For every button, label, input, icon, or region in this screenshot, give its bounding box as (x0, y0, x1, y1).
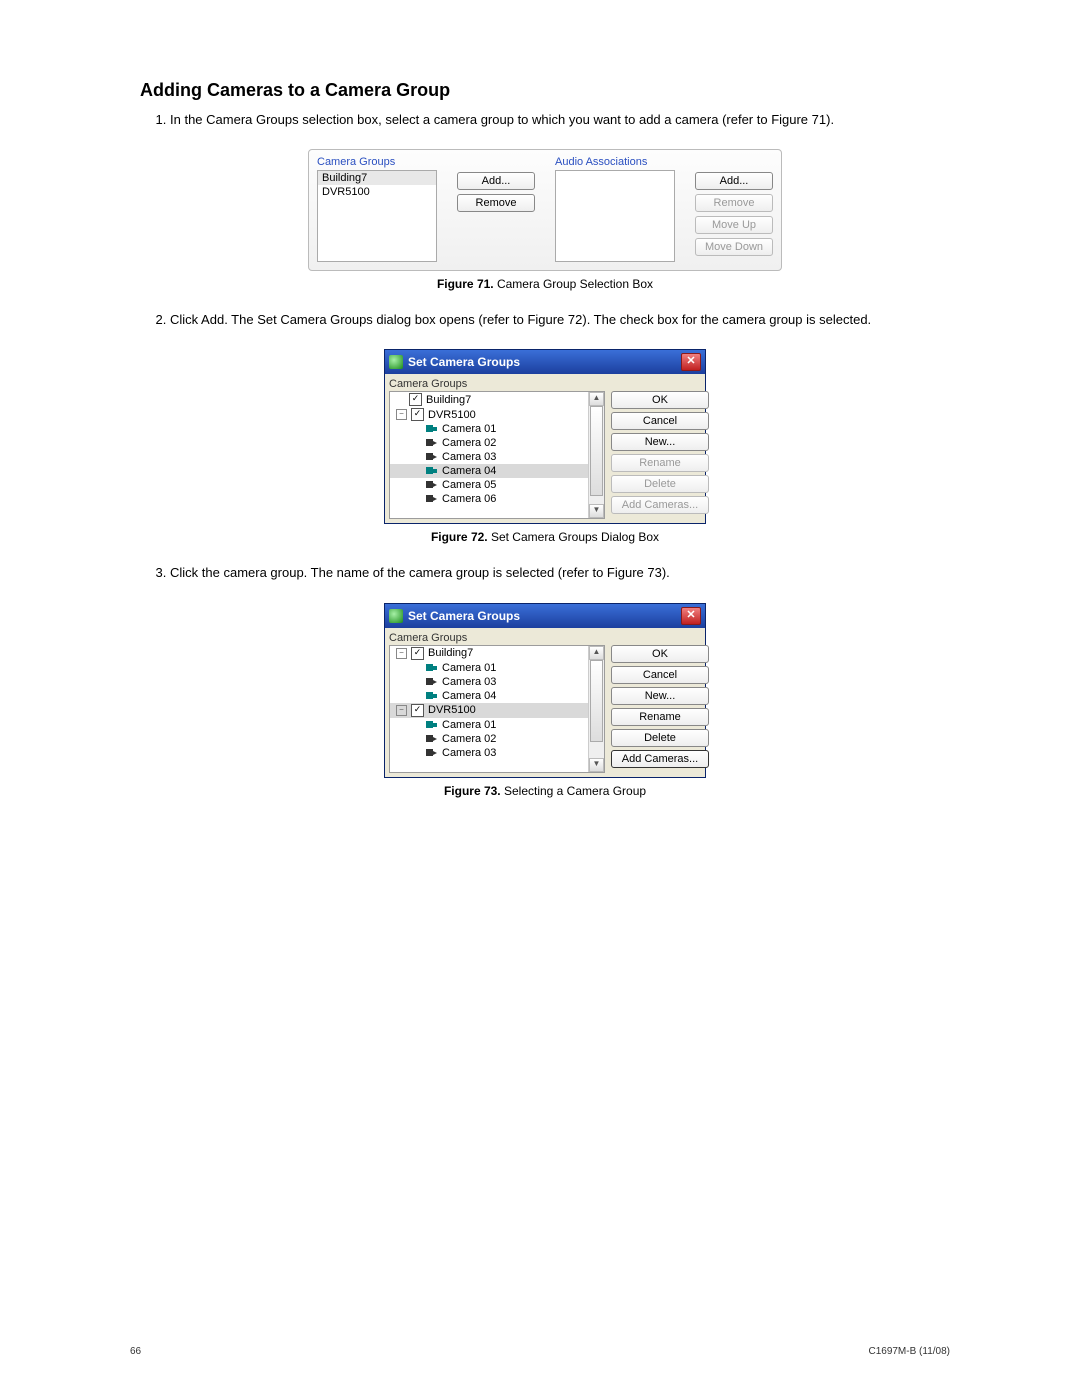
camera-groups-tree[interactable]: − ✓ Building7 Camera 01 Camera 03 Camera… (389, 645, 605, 773)
list-item[interactable]: DVR5100 (318, 185, 436, 199)
camera-icon (426, 495, 438, 503)
camera-icon (426, 735, 438, 743)
scroll-down-icon[interactable]: ▼ (589, 758, 604, 772)
checkbox-icon[interactable]: ✓ (411, 704, 424, 717)
camera-groups-panel: Camera Groups Building7 DVR5100 Add... R… (308, 149, 782, 271)
move-up-button: Move Up (695, 216, 773, 234)
audio-associations-label: Audio Associations (555, 156, 675, 168)
tree-label: Camera Groups (389, 632, 605, 644)
new-button[interactable]: New... (611, 687, 709, 705)
audio-associations-listbox[interactable] (555, 170, 675, 262)
tree-node[interactable]: − ✓ Building7 (390, 646, 604, 661)
add-button[interactable]: Add... (457, 172, 535, 190)
tree-node[interactable]: Camera 02 (390, 732, 604, 746)
app-icon (389, 609, 403, 623)
figure-caption: Figure 72. Set Camera Groups Dialog Box (140, 530, 950, 544)
tree-node[interactable]: Camera 04 (390, 689, 604, 703)
scroll-thumb[interactable] (590, 660, 603, 742)
tree-label: Camera Groups (389, 378, 605, 390)
list-item[interactable]: Building7 (318, 171, 436, 185)
scroll-thumb[interactable] (590, 406, 603, 496)
move-down-button: Move Down (695, 238, 773, 256)
camera-groups-tree[interactable]: ✓ Building7 − ✓ DVR5100 Camera 01 Camera… (389, 391, 605, 519)
scroll-up-icon[interactable]: ▲ (589, 392, 604, 406)
camera-icon (426, 721, 438, 729)
delete-button: Delete (611, 475, 709, 493)
camera-icon (426, 692, 438, 700)
collapse-icon[interactable]: − (396, 648, 407, 659)
tree-node[interactable]: Camera 01 (390, 422, 604, 436)
tree-node[interactable]: ✓ Building7 (390, 392, 604, 407)
scroll-up-icon[interactable]: ▲ (589, 646, 604, 660)
figure-caption: Figure 71. Camera Group Selection Box (140, 277, 950, 291)
camera-icon (426, 439, 438, 447)
new-button[interactable]: New... (611, 433, 709, 451)
step-1: In the Camera Groups selection box, sele… (170, 111, 950, 129)
cancel-button[interactable]: Cancel (611, 412, 709, 430)
cancel-button[interactable]: Cancel (611, 666, 709, 684)
camera-icon (426, 425, 438, 433)
dialog-titlebar[interactable]: Set Camera Groups ✕ (385, 604, 705, 628)
step-2: Click Add. The Set Camera Groups dialog … (170, 311, 950, 329)
delete-button[interactable]: Delete (611, 729, 709, 747)
tree-node[interactable]: Camera 03 (390, 450, 604, 464)
camera-groups-label: Camera Groups (317, 156, 437, 168)
tree-node[interactable]: Camera 02 (390, 436, 604, 450)
camera-icon (426, 453, 438, 461)
collapse-icon[interactable]: − (396, 409, 407, 420)
checkbox-icon[interactable]: ✓ (411, 647, 424, 660)
add-button[interactable]: Add... (695, 172, 773, 190)
tree-node[interactable]: − ✓ DVR5100 (390, 703, 604, 718)
tree-node[interactable]: Camera 06 (390, 492, 604, 506)
tree-node[interactable]: − ✓ DVR5100 (390, 407, 604, 422)
scroll-down-icon[interactable]: ▼ (589, 504, 604, 518)
tree-node[interactable]: Camera 01 (390, 718, 604, 732)
ok-button[interactable]: OK (611, 645, 709, 663)
camera-groups-listbox[interactable]: Building7 DVR5100 (317, 170, 437, 262)
rename-button: Rename (611, 454, 709, 472)
add-cameras-button: Add Cameras... (611, 496, 709, 514)
scrollbar[interactable]: ▲ ▼ (588, 392, 604, 518)
set-camera-groups-dialog: Set Camera Groups ✕ Camera Groups − ✓ Bu… (384, 603, 706, 778)
tree-node[interactable]: Camera 01 (390, 661, 604, 675)
camera-icon (426, 749, 438, 757)
collapse-icon[interactable]: − (396, 705, 407, 716)
remove-button: Remove (695, 194, 773, 212)
page-number: 66 (130, 1346, 141, 1357)
camera-icon (426, 481, 438, 489)
tree-node[interactable]: Camera 03 (390, 675, 604, 689)
camera-icon (426, 664, 438, 672)
tree-node[interactable]: Camera 03 (390, 746, 604, 760)
step-3: Click the camera group. The name of the … (170, 564, 950, 582)
tree-node[interactable]: Camera 05 (390, 478, 604, 492)
document-id: C1697M-B (11/08) (868, 1346, 950, 1357)
close-icon[interactable]: ✕ (681, 353, 701, 371)
add-cameras-button[interactable]: Add Cameras... (611, 750, 709, 768)
rename-button[interactable]: Rename (611, 708, 709, 726)
app-icon (389, 355, 403, 369)
set-camera-groups-dialog: Set Camera Groups ✕ Camera Groups ✓ Buil… (384, 349, 706, 524)
checkbox-icon[interactable]: ✓ (411, 408, 424, 421)
figure-caption: Figure 73. Selecting a Camera Group (140, 784, 950, 798)
camera-icon (426, 467, 438, 475)
tree-node[interactable]: Camera 04 (390, 464, 604, 478)
camera-icon (426, 678, 438, 686)
remove-button[interactable]: Remove (457, 194, 535, 212)
ok-button[interactable]: OK (611, 391, 709, 409)
section-heading: Adding Cameras to a Camera Group (140, 80, 950, 101)
checkbox-icon[interactable]: ✓ (409, 393, 422, 406)
close-icon[interactable]: ✕ (681, 607, 701, 625)
scrollbar[interactable]: ▲ ▼ (588, 646, 604, 772)
dialog-titlebar[interactable]: Set Camera Groups ✕ (385, 350, 705, 374)
